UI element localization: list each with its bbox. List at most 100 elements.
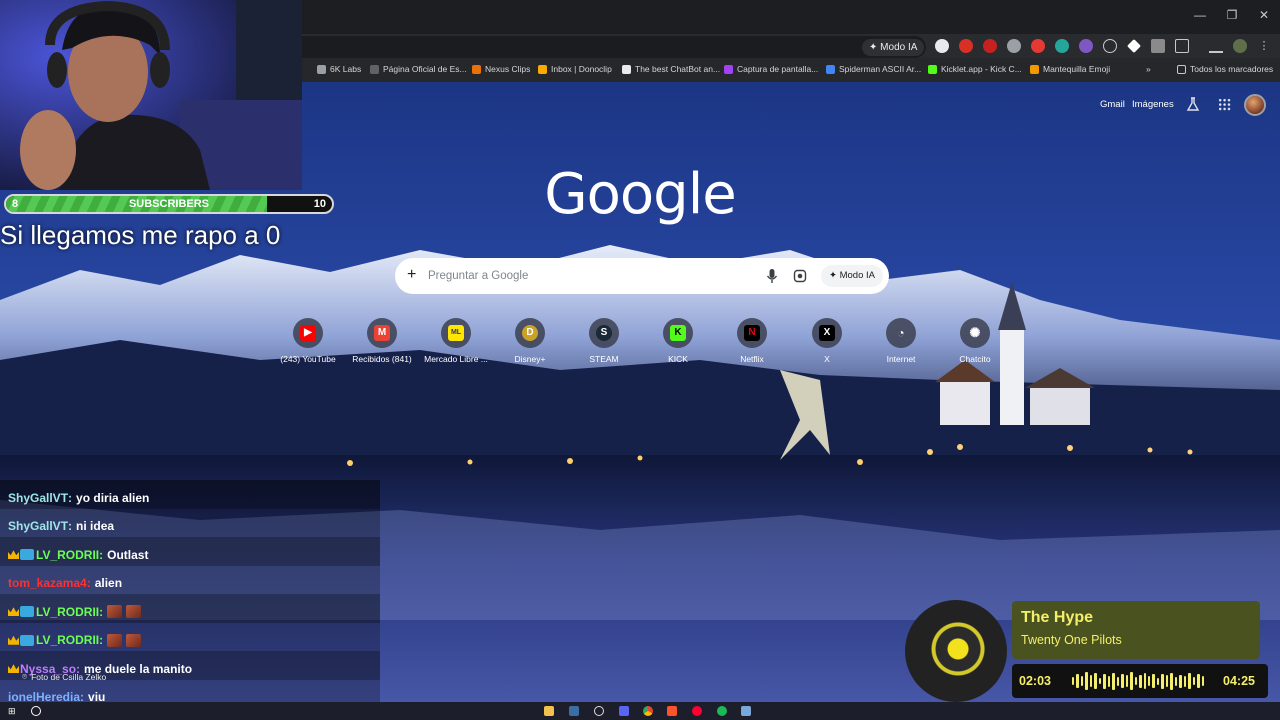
bookmark-label: Captura de pantalla...	[737, 64, 819, 74]
discord-icon[interactable]	[619, 706, 629, 716]
bookmark[interactable]: Spiderman ASCII Ar...	[826, 64, 921, 74]
bookmark[interactable]: Mantequilla Emoji	[1030, 64, 1110, 74]
shortcut-youtube[interactable]: ▶ (243) YouTube	[271, 318, 345, 364]
bookmark[interactable]: Kicklet.app - Kick C...	[928, 64, 1022, 74]
chat-username[interactable]: LV_RODRII	[36, 605, 99, 619]
bookmark[interactable]: Página Oficial de Es...	[370, 64, 467, 74]
shortcut-gmail[interactable]: M Recibidos (841)	[345, 318, 419, 364]
bookmark-label: Kicklet.app - Kick C...	[941, 64, 1022, 74]
extension-icon[interactable]	[959, 39, 973, 53]
waveform-bar	[1201, 676, 1205, 686]
subscriber-count: 8	[12, 198, 19, 210]
shortcut-kick[interactable]: K KICK	[641, 318, 715, 364]
all-bookmarks-folder[interactable]: Todos los marcadores	[1177, 64, 1273, 74]
crown-badge-icon	[8, 664, 19, 674]
profile-icon[interactable]	[1233, 39, 1247, 53]
address-bar[interactable]: ✦ Modo IA	[302, 36, 926, 58]
folder-icon	[1177, 64, 1186, 74]
waveform-bar	[1098, 678, 1102, 684]
shortcut-label: (243) YouTube	[280, 354, 336, 364]
mercadolibre-icon: ML	[448, 325, 464, 341]
app-icon[interactable]	[741, 706, 751, 716]
waveform-bar	[1080, 676, 1084, 686]
brave-icon[interactable]	[667, 706, 677, 716]
obs-icon[interactable]	[594, 706, 604, 716]
waveform-bar	[1188, 673, 1191, 689]
extension-icon[interactable]	[935, 39, 949, 53]
waveform-bar	[1174, 676, 1178, 686]
minimize-icon[interactable]: —	[1190, 8, 1210, 22]
plus-icon[interactable]: +	[407, 266, 421, 284]
gmail-link[interactable]: Gmail	[1100, 99, 1125, 110]
download-icon[interactable]	[1209, 39, 1223, 53]
chat-text: Outlast	[107, 547, 149, 562]
photo-credit[interactable]: ⌾ Foto de Csilla Zelko	[22, 671, 106, 682]
search-input[interactable]	[428, 267, 758, 285]
adblock-icon[interactable]	[983, 39, 997, 53]
youtube-music-icon[interactable]	[692, 706, 702, 716]
chat-username[interactable]: LV_RODRII	[36, 633, 99, 647]
search-icon[interactable]	[31, 706, 41, 716]
extension-icon[interactable]	[1103, 39, 1117, 53]
shortcut-internet[interactable]: ◔ Internet	[864, 318, 938, 364]
account-avatar[interactable]	[1244, 94, 1266, 116]
camera-icon: ⌾	[22, 671, 28, 681]
shortcut-label: X	[824, 354, 830, 364]
bookmark[interactable]: 6K Labs	[317, 64, 361, 74]
extension-icon[interactable]	[1007, 39, 1021, 53]
google-apps-icon[interactable]	[1218, 98, 1231, 111]
crown-badge-icon	[8, 635, 19, 645]
chat-message: LV_RODRII:	[0, 594, 380, 623]
close-icon[interactable]: ✕	[1254, 8, 1274, 22]
waveform-bar	[1094, 673, 1097, 689]
extension-icon[interactable]	[1055, 39, 1069, 53]
bookmark[interactable]: Nexus Clips	[472, 64, 530, 74]
shortcut-x[interactable]: XX	[790, 318, 864, 364]
chat-username[interactable]: ShyGallVT	[8, 491, 68, 505]
extension-icon[interactable]	[1031, 39, 1045, 53]
google-lens-icon[interactable]	[793, 268, 807, 284]
chat-username[interactable]: LV_RODRII	[36, 548, 99, 562]
more-bookmarks-button[interactable]: »	[1146, 64, 1151, 74]
shortcut-mercadolibre[interactable]: ML Mercado Libre ...	[419, 318, 493, 364]
restore-icon[interactable]: ❐	[1222, 8, 1242, 22]
waveform-bar	[1130, 672, 1133, 690]
shortcut-steam[interactable]: S STEAM	[567, 318, 641, 364]
microphone-icon[interactable]	[765, 268, 779, 284]
netflix-icon: N	[744, 325, 760, 341]
chrome-icon[interactable]	[643, 706, 653, 716]
shortcut-disney[interactable]: D Disney+	[493, 318, 567, 364]
bookmark[interactable]: The best ChatBot an...	[622, 64, 720, 74]
x-icon: X	[819, 325, 835, 341]
file-explorer-icon[interactable]	[544, 706, 554, 716]
steam-icon[interactable]	[569, 706, 579, 716]
windows-start-icon[interactable]: ⊞	[8, 706, 18, 716]
spotify-icon[interactable]	[717, 706, 727, 716]
chat-separator: :	[99, 604, 104, 619]
chatgpt-icon: ✺	[969, 325, 981, 340]
windows-taskbar: ⊞	[0, 702, 1280, 720]
labs-flask-icon[interactable]	[1186, 97, 1200, 111]
kick-icon: K	[670, 325, 686, 341]
bookmark[interactable]: Inbox | Donoclip	[538, 64, 612, 74]
extension-icon[interactable]	[1079, 39, 1093, 53]
chat-username[interactable]: tom_kazama4	[8, 576, 87, 590]
speedometer-icon: ◔	[897, 326, 905, 340]
search-box: + ✦ Modo IA	[395, 258, 889, 294]
chat-message: LV_RODRII:	[0, 622, 380, 651]
menu-kebab-icon[interactable]: ⋮	[1257, 39, 1271, 53]
waveform-bar	[1170, 672, 1173, 690]
waveform-bar	[1089, 675, 1093, 687]
shortcut-netflix[interactable]: N Netflix	[715, 318, 789, 364]
shortcut-chatcito[interactable]: ✺ Chatcito	[938, 318, 1012, 364]
shortcut-label: Mercado Libre ...	[424, 354, 488, 364]
chat-username[interactable]: ShyGallVT	[8, 519, 68, 533]
bookmark-favicon-icon	[472, 64, 481, 74]
extension-icon[interactable]	[1151, 39, 1165, 53]
images-link[interactable]: Imágenes	[1132, 99, 1174, 110]
omnibox-mode-button[interactable]: ✦ Modo IA	[862, 39, 925, 56]
bookmark[interactable]: Captura de pantalla...	[724, 64, 818, 74]
extensions-puzzle-icon[interactable]	[1175, 39, 1189, 53]
goal-caption: Si llegamos me rapo a 0	[0, 220, 281, 250]
ai-mode-button[interactable]: ✦ Modo IA	[821, 265, 883, 287]
